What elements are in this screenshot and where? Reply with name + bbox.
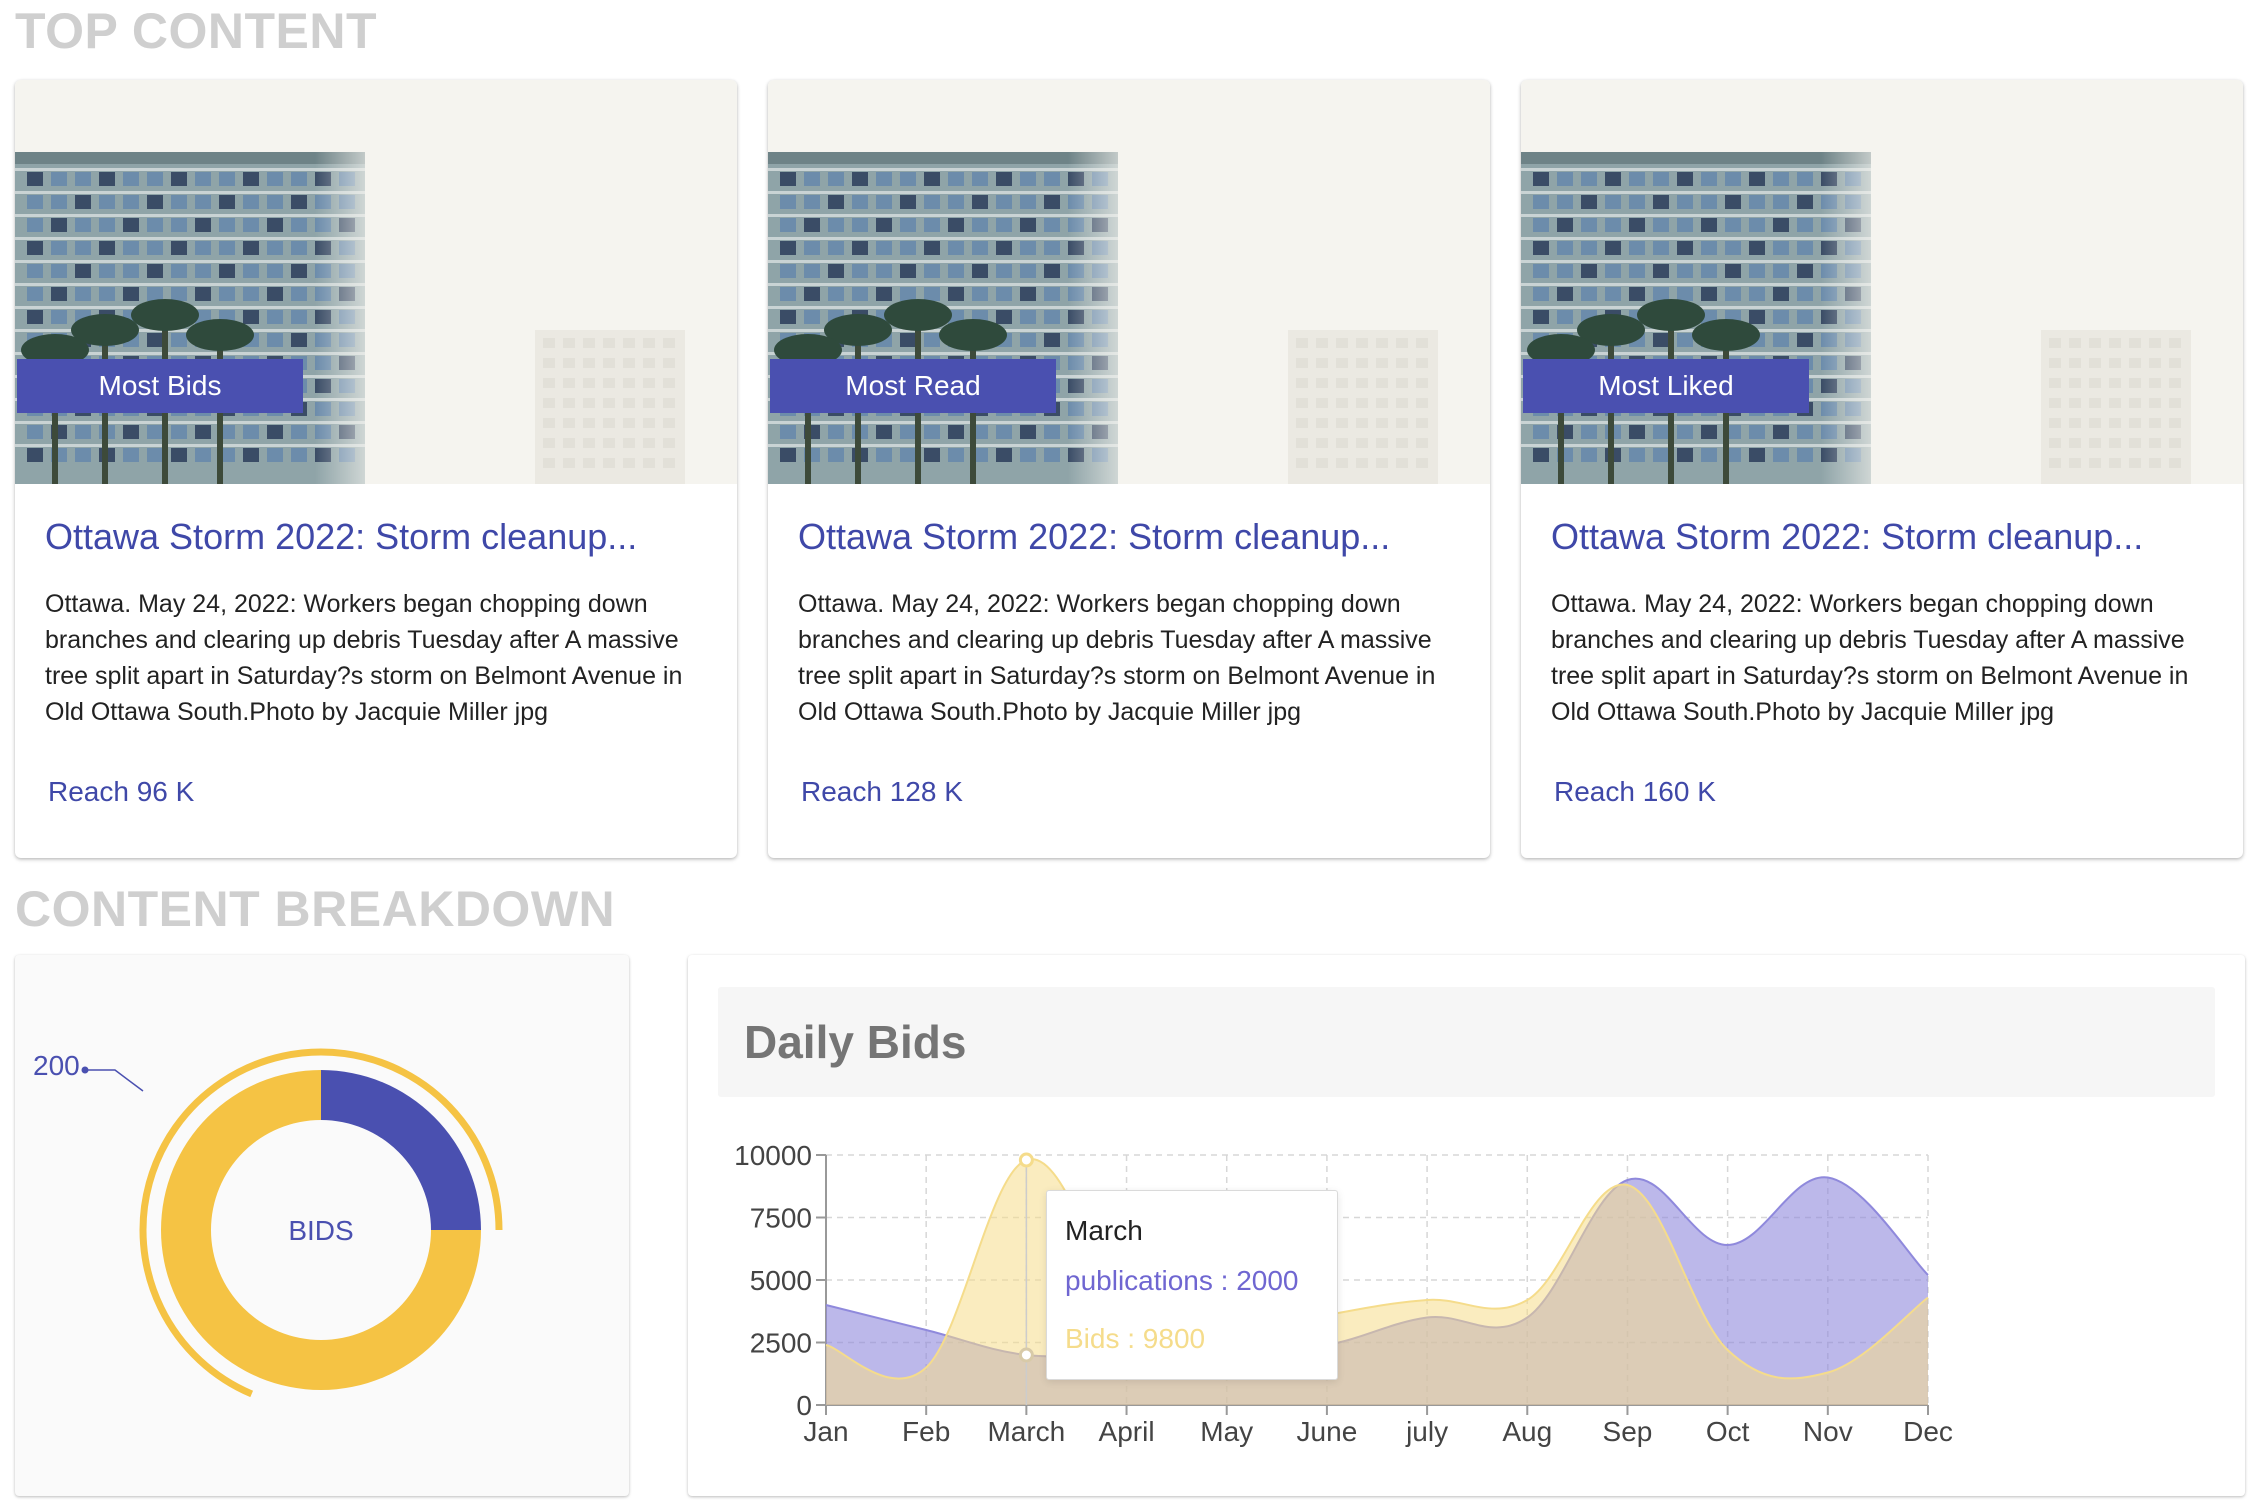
tooltip-publications: publications : 2000 xyxy=(1065,1265,1299,1296)
x-tick-label: Jan xyxy=(803,1416,848,1447)
card-description: Ottawa. May 24, 2022: Workers began chop… xyxy=(798,590,1436,726)
chart-tooltip: March publications : 2000 Bids : 9800 xyxy=(1046,1190,1338,1380)
top-content-title: TOP CONTENT xyxy=(15,3,378,59)
card-title[interactable]: Ottawa Storm 2022: Storm cleanup... xyxy=(45,516,715,558)
card-image xyxy=(768,80,1490,484)
card-badge: Most Liked xyxy=(1523,359,1809,413)
card-badge: Most Read xyxy=(770,359,1056,413)
daily-bids-chart[interactable]: 025005000750010000Jan Feb March April May Jun… xyxy=(688,955,2245,1496)
x-tick-label: july xyxy=(1405,1416,1448,1447)
card-badge: Most Bids xyxy=(17,359,303,413)
x-tick-label: Oct xyxy=(1706,1416,1750,1447)
building-photo xyxy=(768,80,1490,484)
hover-point-Bids xyxy=(1018,1152,1034,1168)
callout-label: 200 xyxy=(33,1050,80,1081)
card-reach[interactable]: Reach 128 K xyxy=(801,776,963,808)
daily-bids-panel: Daily Bids 0 2500 5000 7500 10000 Jan Feb March… xyxy=(688,955,2245,1496)
card-image xyxy=(1521,80,2243,484)
bids-donut-chart: 200 BIDS xyxy=(33,1048,503,1398)
y-tick-label: 10000 xyxy=(734,1140,812,1171)
donut-center-label: BIDS xyxy=(288,1215,353,1246)
x-tick-label: Nov xyxy=(1803,1416,1853,1447)
card-title[interactable]: Ottawa Storm 2022: Storm cleanup... xyxy=(798,516,1468,558)
card-reach[interactable]: Reach 160 K xyxy=(1554,776,1716,808)
content-breakdown-title: CONTENT BREAKDOWN xyxy=(15,881,616,937)
card-reach[interactable]: Reach 96 K xyxy=(48,776,194,808)
card-description: Ottawa. May 24, 2022: Workers began chop… xyxy=(1551,590,2189,726)
card-title[interactable]: Ottawa Storm 2022: Storm cleanup... xyxy=(1551,516,2221,558)
content-card-most-liked[interactable]: Most Liked Ottawa Storm 2022: Storm clea… xyxy=(1521,80,2243,858)
y-tick-label: 7500 xyxy=(750,1203,812,1234)
x-tick-label: May xyxy=(1200,1416,1253,1447)
content-card-most-bids[interactable]: Most Bids Ottawa Storm 2022: Storm clean… xyxy=(15,80,737,858)
x-tick-label: Aug xyxy=(1502,1416,1552,1447)
content-card-most-read[interactable]: Most Read Ottawa Storm 2022: Storm clean… xyxy=(768,80,1490,858)
callout-line xyxy=(85,1069,144,1092)
tooltip-title: March xyxy=(1065,1215,1143,1246)
x-tick-label: April xyxy=(1099,1416,1155,1447)
building-photo xyxy=(1521,80,2243,484)
x-tick-label: June xyxy=(1297,1416,1358,1447)
donut-segment-1[interactable] xyxy=(321,1070,481,1230)
card-image xyxy=(15,80,737,484)
hover-point-publications xyxy=(1018,1347,1034,1363)
tooltip-bids: Bids : 9800 xyxy=(1065,1323,1206,1354)
x-tick-label: March xyxy=(987,1416,1065,1447)
building-photo xyxy=(15,80,737,484)
card-description: Ottawa. May 24, 2022: Workers began chop… xyxy=(45,590,683,726)
y-tick-label: 5000 xyxy=(750,1265,812,1296)
x-tick-label: Dec xyxy=(1903,1416,1953,1447)
x-tick-label: Feb xyxy=(902,1416,950,1447)
bids-donut-panel: 200 BIDS xyxy=(15,955,629,1496)
y-tick-label: 2500 xyxy=(750,1328,812,1359)
x-tick-label: Sep xyxy=(1603,1416,1653,1447)
